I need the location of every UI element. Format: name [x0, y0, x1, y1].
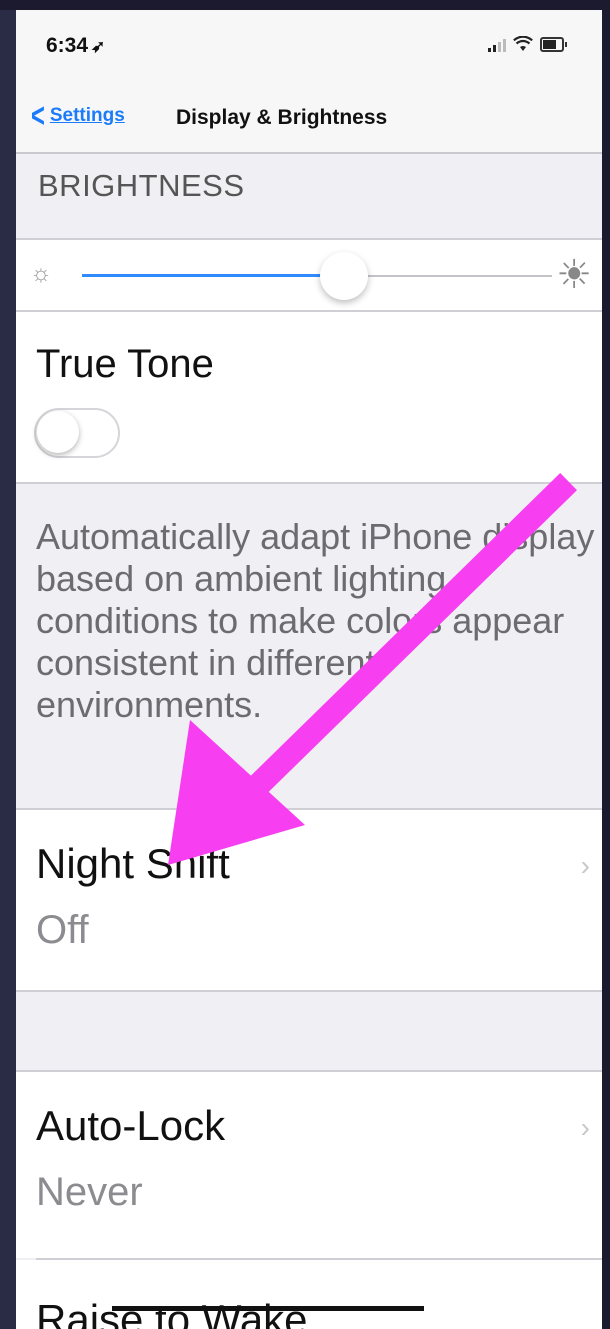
divider — [16, 990, 602, 992]
phone-screen: 6:34 ➶ < Settings Display & Brightness BR… — [16, 10, 602, 1329]
status-bar: 6:34 ➶ — [16, 10, 602, 80]
system-icons — [488, 36, 567, 52]
brightness-slider-row: ☼ ☀ — [16, 240, 602, 312]
brightness-slider-thumb[interactable] — [319, 252, 368, 300]
chevron-left-icon: < — [30, 97, 45, 135]
slider-track — [367, 275, 552, 277]
chevron-right-icon: › — [580, 1112, 590, 1143]
auto-lock-row[interactable]: Auto-Lock Never › — [16, 1072, 602, 1258]
cellular-signal-icon — [488, 38, 506, 52]
raise-to-wake-row[interactable]: Raise to Wake — [16, 1260, 602, 1329]
night-shift-label: Night Shift — [36, 840, 230, 887]
page-title: Display & Brightness — [176, 106, 388, 129]
back-button-label: Settings — [49, 105, 125, 126]
photo-frame-top — [0, 0, 610, 10]
auto-lock-label: Auto-Lock — [36, 1102, 226, 1149]
back-button[interactable]: < Settings — [28, 97, 125, 135]
strikethrough-mark — [112, 1306, 424, 1311]
auto-lock-value: Never — [36, 1170, 143, 1214]
brightness-section-header: BRIGHTNESS — [16, 154, 602, 240]
section-header-label: BRIGHTNESS — [38, 168, 245, 203]
night-shift-row[interactable]: Night Shift Off › — [16, 810, 602, 992]
divider — [16, 482, 602, 484]
true-tone-row: True Tone — [16, 312, 602, 484]
sun-large-icon: ☀ — [556, 253, 592, 297]
raise-to-wake-label: Raise to Wake — [36, 1296, 308, 1329]
time-text: 6:34 — [46, 34, 89, 57]
sun-small-icon: ☼ — [30, 260, 52, 287]
location-icon: ➶ — [91, 37, 106, 56]
battery-icon — [540, 37, 567, 52]
night-shift-value: Off — [36, 908, 89, 952]
navigation-bar: < Settings Display & Brightness — [16, 80, 602, 154]
photo-frame-left — [0, 0, 16, 1329]
wifi-icon — [513, 36, 533, 51]
photo-frame-right — [602, 0, 610, 1329]
true-tone-label: True Tone — [36, 342, 214, 386]
toggle-knob — [37, 411, 79, 453]
chevron-right-icon: › — [580, 850, 590, 881]
slider-track-filled — [82, 274, 324, 277]
true-tone-toggle[interactable] — [34, 408, 120, 458]
status-time: 6:34 ➶ — [46, 34, 105, 58]
true-tone-description: Automatically adapt iPhone display based… — [36, 516, 595, 725]
